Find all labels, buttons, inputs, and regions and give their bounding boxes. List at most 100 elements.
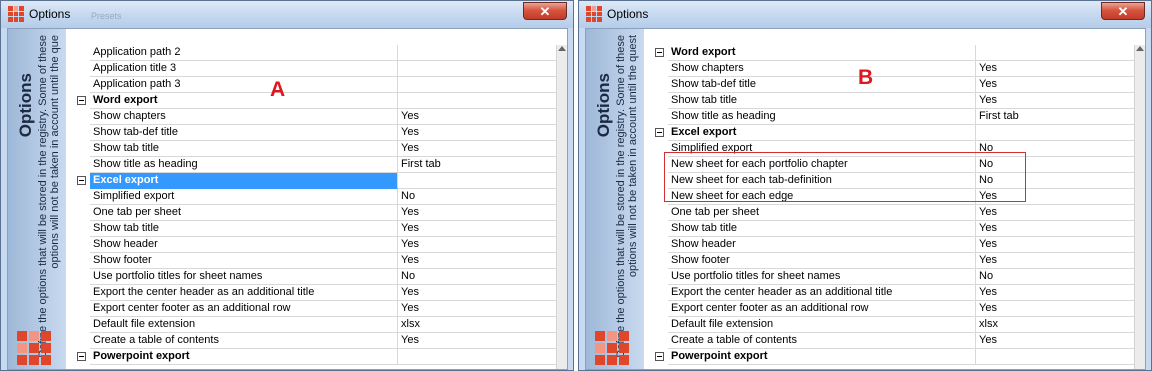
property-value[interactable]: Yes bbox=[398, 205, 556, 221]
category-row[interactable]: Excel export bbox=[72, 173, 556, 189]
row-gutter bbox=[650, 269, 668, 285]
property-value[interactable]: Yes bbox=[398, 285, 556, 301]
property-row[interactable]: Show chapters Yes bbox=[72, 109, 556, 125]
category-row[interactable]: Powerpoint export bbox=[72, 349, 556, 365]
category-row[interactable]: Word export bbox=[72, 93, 556, 109]
property-name: Create a table of contents bbox=[668, 333, 976, 349]
row-gutter bbox=[650, 61, 668, 77]
collapse-minus-icon[interactable] bbox=[655, 48, 664, 57]
property-row[interactable]: Export center footer as an additional ro… bbox=[72, 301, 556, 317]
property-value[interactable]: Yes bbox=[398, 141, 556, 157]
collapse-minus-icon[interactable] bbox=[77, 96, 86, 105]
property-value[interactable]: Yes bbox=[398, 125, 556, 141]
property-value[interactable] bbox=[398, 77, 556, 93]
title-bar: Options Presets ✕ bbox=[1, 1, 573, 28]
property-value[interactable]: Yes bbox=[398, 253, 556, 269]
property-value[interactable] bbox=[398, 45, 556, 61]
property-row[interactable]: Show tab-def title Yes bbox=[650, 77, 1134, 93]
property-row[interactable]: Show tab title Yes bbox=[72, 221, 556, 237]
property-row[interactable]: Use portfolio titles for sheet names No bbox=[72, 269, 556, 285]
property-row[interactable]: Simplified export No bbox=[72, 189, 556, 205]
category-label: Excel export bbox=[668, 125, 976, 141]
property-row[interactable]: Show tab-def title Yes bbox=[72, 125, 556, 141]
property-row[interactable]: Show header Yes bbox=[650, 237, 1134, 253]
property-value[interactable]: xlsx bbox=[398, 317, 556, 333]
property-row[interactable]: Application path 3 bbox=[72, 77, 556, 93]
annotation-label-a: A bbox=[270, 78, 286, 101]
vertical-scrollbar[interactable] bbox=[556, 45, 567, 369]
property-row[interactable]: Export the center header as an additiona… bbox=[72, 285, 556, 301]
property-name: One tab per sheet bbox=[668, 205, 976, 221]
property-value[interactable]: Yes bbox=[398, 333, 556, 349]
property-row[interactable]: Show chapters Yes bbox=[650, 61, 1134, 77]
scroll-up-arrow-icon[interactable] bbox=[1136, 46, 1144, 51]
property-value[interactable]: Yes bbox=[398, 221, 556, 237]
property-value[interactable]: No bbox=[976, 269, 1134, 285]
collapse-minus-icon[interactable] bbox=[655, 352, 664, 361]
property-value[interactable]: First tab bbox=[976, 109, 1134, 125]
property-value[interactable]: Yes bbox=[976, 253, 1134, 269]
property-row[interactable]: Show tab title Yes bbox=[650, 93, 1134, 109]
close-button[interactable]: ✕ bbox=[523, 2, 567, 20]
close-button[interactable]: ✕ bbox=[1101, 2, 1145, 20]
property-value[interactable]: Yes bbox=[976, 301, 1134, 317]
row-gutter bbox=[650, 125, 668, 141]
property-row[interactable]: Show footer Yes bbox=[650, 253, 1134, 269]
property-value[interactable]: First tab bbox=[398, 157, 556, 173]
close-icon: ✕ bbox=[539, 4, 551, 19]
property-row[interactable]: Use portfolio titles for sheet names No bbox=[650, 269, 1134, 285]
property-value[interactable]: xlsx bbox=[976, 317, 1134, 333]
property-row[interactable]: Application path 2 bbox=[72, 45, 556, 61]
property-row[interactable]: Default file extension xlsx bbox=[72, 317, 556, 333]
property-row[interactable]: Show title as heading First tab bbox=[650, 109, 1134, 125]
property-row[interactable]: Create a table of contents Yes bbox=[650, 333, 1134, 349]
property-value[interactable]: Yes bbox=[976, 205, 1134, 221]
category-row[interactable]: Excel export bbox=[650, 125, 1134, 141]
category-label: Powerpoint export bbox=[668, 349, 976, 365]
property-row[interactable]: Show tab title Yes bbox=[650, 221, 1134, 237]
category-label: Word export bbox=[90, 93, 398, 109]
property-value[interactable]: Yes bbox=[976, 237, 1134, 253]
property-row[interactable]: Show header Yes bbox=[72, 237, 556, 253]
row-gutter bbox=[72, 237, 90, 253]
property-value[interactable]: Yes bbox=[398, 301, 556, 317]
property-row[interactable]: Show title as heading First tab bbox=[72, 157, 556, 173]
scroll-up-arrow-icon[interactable] bbox=[558, 46, 566, 51]
collapse-minus-icon[interactable] bbox=[655, 128, 664, 137]
property-value[interactable]: No bbox=[398, 189, 556, 205]
property-value[interactable]: Yes bbox=[976, 93, 1134, 109]
property-row[interactable]: Application title 3 bbox=[72, 61, 556, 77]
property-value[interactable]: Yes bbox=[976, 285, 1134, 301]
property-name: Simplified export bbox=[90, 189, 398, 205]
property-value[interactable] bbox=[398, 61, 556, 77]
property-value[interactable]: Yes bbox=[976, 221, 1134, 237]
property-value[interactable]: Yes bbox=[976, 333, 1134, 349]
property-value[interactable]: Yes bbox=[398, 237, 556, 253]
property-row[interactable]: Export center footer as an additional ro… bbox=[650, 301, 1134, 317]
property-row[interactable]: One tab per sheet Yes bbox=[650, 205, 1134, 221]
row-gutter bbox=[650, 285, 668, 301]
property-row[interactable]: Default file extension xlsx bbox=[650, 317, 1134, 333]
property-value[interactable]: No bbox=[398, 269, 556, 285]
property-name: Use portfolio titles for sheet names bbox=[668, 269, 976, 285]
category-row[interactable]: Powerpoint export bbox=[650, 349, 1134, 365]
property-name: Show chapters bbox=[668, 61, 976, 77]
property-row[interactable]: One tab per sheet Yes bbox=[72, 205, 556, 221]
property-value[interactable]: Yes bbox=[398, 109, 556, 125]
collapse-minus-icon[interactable] bbox=[77, 352, 86, 361]
property-value[interactable]: Yes bbox=[976, 61, 1134, 77]
property-row[interactable]: Show tab title Yes bbox=[72, 141, 556, 157]
property-value[interactable]: Yes bbox=[976, 77, 1134, 93]
vertical-scrollbar[interactable] bbox=[1134, 45, 1145, 369]
property-name: Show tab title bbox=[668, 221, 976, 237]
property-value bbox=[976, 45, 1134, 61]
collapse-minus-icon[interactable] bbox=[77, 176, 86, 185]
highlight-box bbox=[664, 152, 1026, 202]
property-row[interactable]: Create a table of contents Yes bbox=[72, 333, 556, 349]
property-row[interactable]: Export the center header as an additiona… bbox=[650, 285, 1134, 301]
row-gutter bbox=[72, 317, 90, 333]
property-name: Show header bbox=[90, 237, 398, 253]
category-row[interactable]: Word export bbox=[650, 45, 1134, 61]
property-row[interactable]: Show footer Yes bbox=[72, 253, 556, 269]
property-name: Use portfolio titles for sheet names bbox=[90, 269, 398, 285]
